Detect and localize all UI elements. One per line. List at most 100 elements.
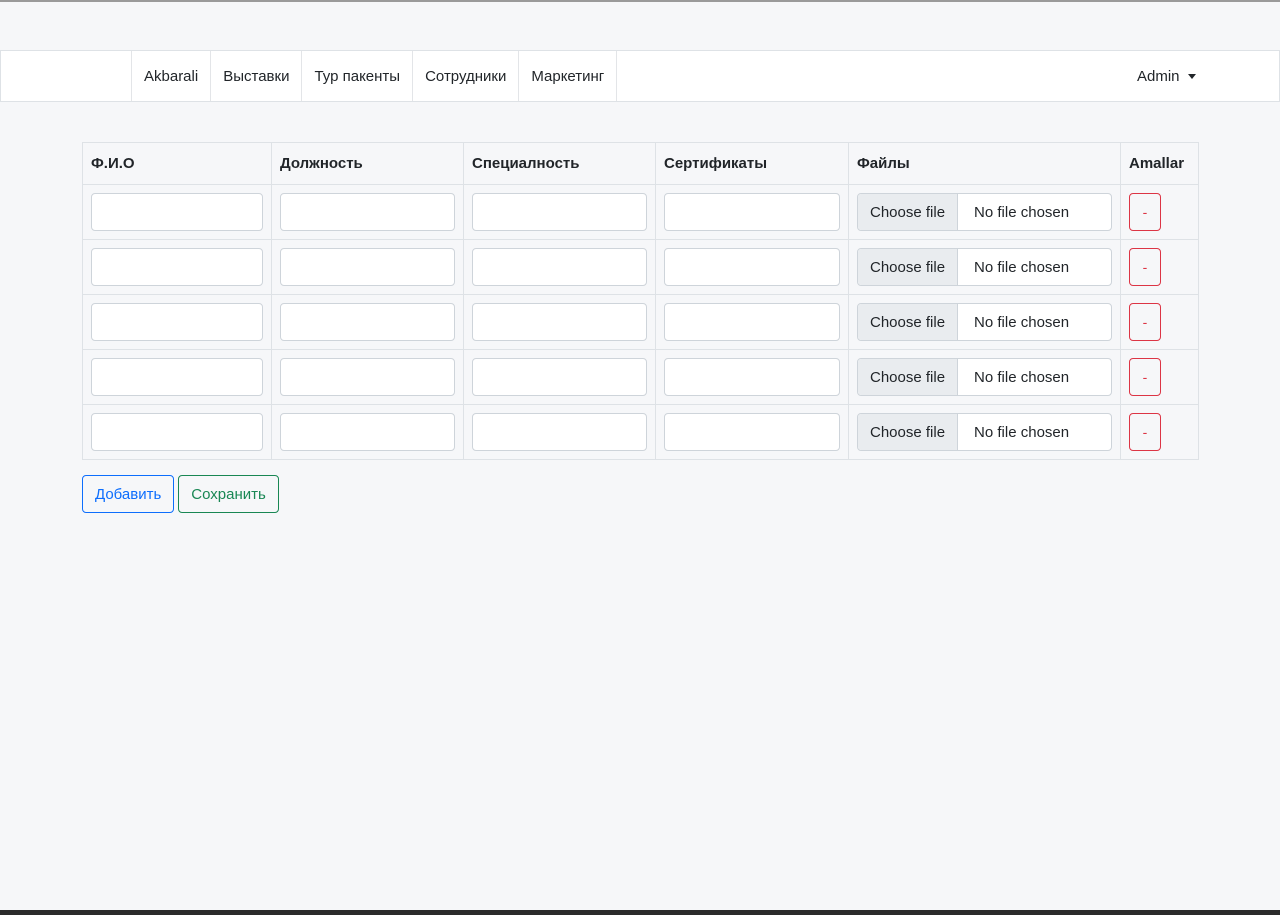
cell-certificates [655, 294, 849, 350]
cell-actions: - [1120, 349, 1199, 405]
position-input[interactable] [280, 303, 455, 341]
cell-files: Choose file No file chosen [848, 294, 1121, 350]
cell-specialty [463, 294, 656, 350]
cell-files: Choose file No file chosen [848, 404, 1121, 460]
table-body: Choose file No file chosen - Choose file No … [82, 184, 1199, 460]
file-input[interactable]: Choose file No file chosen [857, 248, 1112, 286]
position-input[interactable] [280, 193, 455, 231]
nav-item-marketing[interactable]: Маркетинг [518, 51, 618, 101]
cell-actions: - [1120, 404, 1199, 460]
table-row: Choose file No file chosen - [82, 404, 1199, 460]
column-header-actions: Amallar [1120, 142, 1199, 185]
table-row: Choose file No file chosen - [82, 349, 1199, 405]
column-header-position: Должность [271, 142, 464, 185]
fullname-input[interactable] [91, 303, 263, 341]
fullname-input[interactable] [91, 358, 263, 396]
file-input[interactable]: Choose file No file chosen [857, 193, 1112, 231]
remove-row-button[interactable]: - [1129, 193, 1161, 231]
cell-fullname [82, 349, 272, 405]
cell-specialty [463, 239, 656, 295]
table-row: Choose file No file chosen - [82, 294, 1199, 350]
cell-position [271, 184, 464, 240]
specialty-input[interactable] [472, 303, 647, 341]
cell-certificates [655, 404, 849, 460]
add-row-button[interactable]: Добавить [82, 475, 175, 513]
os-taskbar-edge [0, 910, 1280, 915]
cell-fullname [82, 404, 272, 460]
employees-table-container: Ф.И.О Должность Специалность Сертификаты… [82, 142, 1199, 460]
cell-certificates [655, 184, 849, 240]
column-header-specialty: Специалность [463, 142, 656, 185]
nav-item-akbarali[interactable]: Akbarali [131, 51, 212, 101]
file-status-text: No file chosen [974, 313, 1070, 331]
file-input[interactable]: Choose file No file chosen [857, 303, 1112, 341]
remove-row-button[interactable]: - [1129, 413, 1161, 451]
table-row: Choose file No file chosen - [82, 239, 1199, 295]
nav-item-tour-packages[interactable]: Тур пакенты [301, 51, 414, 101]
cell-position [271, 294, 464, 350]
remove-row-button[interactable]: - [1129, 358, 1161, 396]
nav-menu: Akbarali Выставки Тур пакенты Сотрудники… [131, 51, 618, 101]
column-header-fullname: Ф.И.О [82, 142, 272, 185]
cell-actions: - [1120, 239, 1199, 295]
choose-file-button[interactable]: Choose file [858, 249, 959, 285]
cell-certificates [655, 239, 849, 295]
specialty-input[interactable] [472, 413, 647, 451]
user-menu-label: Admin [1137, 67, 1180, 85]
position-input[interactable] [280, 413, 455, 451]
table-row: Choose file No file chosen - [82, 184, 1199, 240]
cell-actions: - [1120, 184, 1199, 240]
top-navbar: Akbarali Выставки Тур пакенты Сотрудники… [0, 50, 1280, 102]
cell-specialty [463, 184, 656, 240]
file-status-text: No file chosen [974, 423, 1070, 441]
file-status-text: No file chosen [974, 203, 1070, 221]
fullname-input[interactable] [91, 193, 263, 231]
cell-certificates [655, 349, 849, 405]
cell-files: Choose file No file chosen [848, 349, 1121, 405]
cell-position [271, 349, 464, 405]
cell-fullname [82, 184, 272, 240]
window-top-edge [0, 0, 1280, 2]
certificates-input[interactable] [664, 303, 840, 341]
fullname-input[interactable] [91, 248, 263, 286]
file-status-text: No file chosen [974, 368, 1070, 386]
cell-actions: - [1120, 294, 1199, 350]
caret-down-icon [1187, 73, 1196, 79]
cell-fullname [82, 294, 272, 350]
cell-specialty [463, 349, 656, 405]
remove-row-button[interactable]: - [1129, 303, 1161, 341]
specialty-input[interactable] [472, 248, 647, 286]
employees-table: Ф.И.О Должность Специалность Сертификаты… [82, 142, 1199, 460]
column-header-files: Файлы [848, 142, 1121, 185]
cell-fullname [82, 239, 272, 295]
cell-position [271, 404, 464, 460]
choose-file-button[interactable]: Choose file [858, 304, 959, 340]
specialty-input[interactable] [472, 358, 647, 396]
save-button[interactable]: Сохранить [178, 475, 279, 513]
certificates-input[interactable] [664, 193, 840, 231]
cell-specialty [463, 404, 656, 460]
column-header-certificates: Сертификаты [655, 142, 849, 185]
cell-position [271, 239, 464, 295]
file-input[interactable]: Choose file No file chosen [857, 413, 1112, 451]
remove-row-button[interactable]: - [1129, 248, 1161, 286]
file-status-text: No file chosen [974, 258, 1070, 276]
file-input[interactable]: Choose file No file chosen [857, 358, 1112, 396]
user-menu-dropdown[interactable]: Admin [1137, 51, 1196, 101]
choose-file-button[interactable]: Choose file [858, 414, 959, 450]
cell-files: Choose file No file chosen [848, 184, 1121, 240]
form-actions: Добавить Сохранить [82, 475, 279, 513]
position-input[interactable] [280, 248, 455, 286]
table-header-row: Ф.И.О Должность Специалность Сертификаты… [82, 142, 1199, 185]
cell-files: Choose file No file chosen [848, 239, 1121, 295]
choose-file-button[interactable]: Choose file [858, 359, 959, 395]
fullname-input[interactable] [91, 413, 263, 451]
certificates-input[interactable] [664, 413, 840, 451]
certificates-input[interactable] [664, 358, 840, 396]
choose-file-button[interactable]: Choose file [858, 194, 959, 230]
nav-item-exhibitions[interactable]: Выставки [210, 51, 303, 101]
nav-item-employees[interactable]: Сотрудники [412, 51, 520, 101]
specialty-input[interactable] [472, 193, 647, 231]
certificates-input[interactable] [664, 248, 840, 286]
position-input[interactable] [280, 358, 455, 396]
